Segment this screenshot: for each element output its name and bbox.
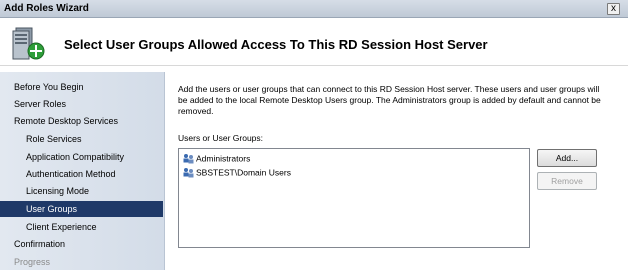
close-button[interactable]: x [607, 3, 620, 15]
server-add-icon [12, 27, 45, 60]
nav-item-client-experience[interactable]: Client Experience [0, 219, 163, 235]
list-item[interactable]: Administrators [182, 152, 250, 165]
nav-item-confirmation[interactable]: Confirmation [0, 236, 163, 252]
wizard-header: Select User Groups Allowed Access To Thi… [0, 18, 628, 66]
list-item[interactable]: SBSTEST\Domain Users [182, 166, 291, 179]
main-panel: Add the users or user groups that can co… [166, 72, 628, 270]
remove-button[interactable]: Remove [537, 172, 597, 190]
nav-item-user-groups[interactable]: User Groups [0, 201, 163, 217]
user-groups-listbox[interactable]: Administrators SBSTEST\Domain Users [178, 148, 530, 248]
user-group-icon [183, 154, 194, 164]
nav-item-server-roles[interactable]: Server Roles [0, 96, 163, 112]
wizard-nav: Before You Begin Server Roles Remote Des… [0, 72, 165, 270]
nav-item-before-you-begin[interactable]: Before You Begin [0, 79, 163, 95]
list-label: Users or User Groups: [178, 133, 264, 143]
nav-item-licensing-mode[interactable]: Licensing Mode [0, 183, 163, 199]
description-text: Add the users or user groups that can co… [178, 84, 601, 116]
nav-item-remote-desktop-services[interactable]: Remote Desktop Services [0, 113, 163, 129]
title-bar: Add Roles Wizard x [0, 0, 628, 18]
nav-item-role-services[interactable]: Role Services [0, 131, 163, 147]
user-group-icon [183, 168, 194, 178]
group-name: SBSTEST\Domain Users [196, 167, 291, 178]
nav-item-authentication-method[interactable]: Authentication Method [0, 166, 163, 182]
page-title: Select User Groups Allowed Access To Thi… [64, 37, 488, 52]
window-title: Add Roles Wizard [4, 3, 89, 14]
add-button[interactable]: Add... [537, 149, 597, 167]
group-name: Administrators [196, 153, 251, 164]
nav-item-application-compatibility[interactable]: Application Compatibility [0, 149, 163, 165]
nav-item-progress: Progress [14, 257, 51, 267]
